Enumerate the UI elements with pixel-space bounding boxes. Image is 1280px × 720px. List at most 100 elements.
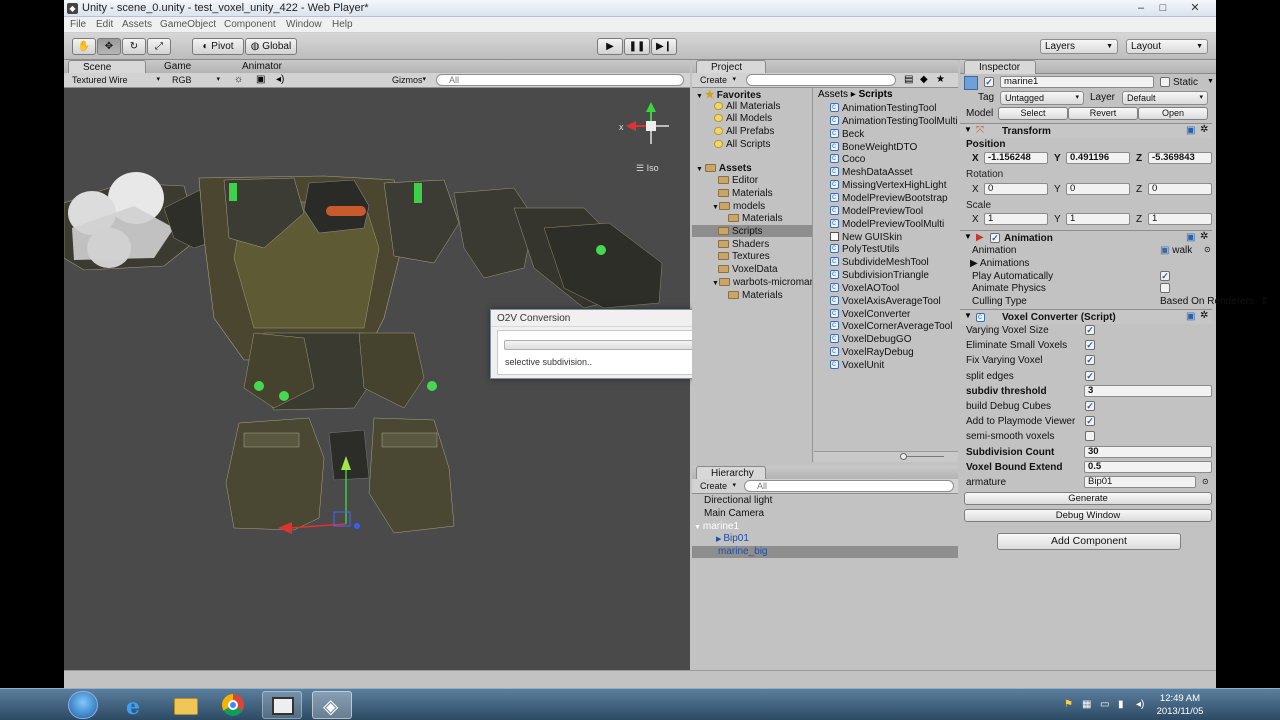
iso-label[interactable]: ☰ Iso: [636, 163, 659, 174]
file-item[interactable]: SubdivisionTriangle: [830, 269, 929, 281]
taskbar-clock[interactable]: 12:49 AM 2013/11/05: [1150, 692, 1210, 718]
assets-header[interactable]: ▼ Assets: [696, 163, 752, 174]
hand-tool-button[interactable]: ✋: [72, 38, 96, 55]
color-mode-dropdown[interactable]: RGB ▾: [168, 74, 224, 88]
voxel-bound-extend-field[interactable]: 0.5: [1084, 460, 1212, 473]
checkbox-checked[interactable]: ✓: [1085, 416, 1095, 427]
help-book-icon[interactable]: ▣: [1186, 311, 1195, 322]
menu-gameobject[interactable]: GameObject: [160, 19, 216, 30]
network-tray-icon[interactable]: ▦: [1082, 699, 1091, 710]
robot-model[interactable]: [64, 88, 690, 670]
favorite-item[interactable]: All Materials: [714, 101, 780, 112]
file-item[interactable]: SubdivideMeshTool: [830, 256, 929, 268]
hierarchy-item[interactable]: ▶ Bip01: [716, 533, 749, 544]
file-item[interactable]: Coco: [830, 153, 865, 165]
folder-item[interactable]: Materials: [722, 290, 783, 301]
file-item[interactable]: VoxelUnit: [830, 359, 884, 371]
hierarchy-item[interactable]: ▼ marine1: [694, 521, 739, 532]
menu-component[interactable]: Component: [224, 19, 276, 30]
favorite-item[interactable]: All Prefabs: [714, 126, 774, 137]
file-item[interactable]: AnimationTestingToolMulti: [830, 115, 958, 127]
checkbox-checked[interactable]: ✓: [1085, 325, 1095, 335]
checkbox-checked[interactable]: ✓: [1085, 370, 1095, 381]
file-item[interactable]: ModelPreviewToolMulti: [830, 218, 944, 230]
folder-item[interactable]: Materials: [712, 188, 773, 199]
rotate-tool-button[interactable]: ↻: [122, 38, 146, 55]
folder-item[interactable]: ▼ models: [712, 201, 765, 212]
folder-item[interactable]: VoxelData: [712, 264, 778, 275]
file-explorer-icon[interactable]: [166, 691, 206, 719]
file-item[interactable]: ModelPreviewTool: [830, 205, 923, 217]
help-book-icon[interactable]: ▣: [1186, 232, 1195, 243]
voxel-converter-header[interactable]: ▼ Voxel Converter (Script) ▣ ✲: [960, 309, 1212, 324]
volume-tray-icon[interactable]: ◂): [1136, 699, 1144, 710]
file-item[interactable]: BoneWeightDTO: [830, 141, 917, 153]
sun-icon[interactable]: ☼: [234, 74, 243, 85]
file-item[interactable]: ModelPreviewBootstrap: [830, 192, 948, 204]
layers-dropdown[interactable]: Layers ▼: [1040, 39, 1118, 54]
scale-x-field[interactable]: 1: [984, 213, 1048, 225]
rotation-y-field[interactable]: 0: [1066, 183, 1130, 195]
hierarchy-search-input[interactable]: All: [744, 480, 954, 492]
favorite-item[interactable]: All Scripts: [714, 139, 770, 150]
file-item[interactable]: PolyTestUtils: [830, 243, 899, 255]
animation-enabled-checkbox[interactable]: ✓: [990, 233, 1000, 243]
position-y-field[interactable]: 0.491196: [1066, 152, 1130, 164]
filter-type-icon[interactable]: ▤: [904, 74, 913, 85]
close-button[interactable]: ✕: [1184, 1, 1206, 15]
checkbox-checked[interactable]: ✓: [1085, 340, 1095, 351]
tab-animator[interactable]: Animator: [228, 60, 308, 74]
hierarchy-item[interactable]: Directional light: [704, 495, 772, 506]
favorites-header[interactable]: ▼ ★ Favorites: [696, 88, 761, 101]
add-component-button[interactable]: Add Component: [997, 533, 1181, 550]
favorite-star-icon[interactable]: ★: [936, 74, 945, 85]
folder-item[interactable]: ▼ warbots-microman: [712, 277, 812, 288]
breadcrumb-assets[interactable]: Assets: [818, 89, 848, 100]
hierarchy-create-dropdown[interactable]: Create ▾: [696, 480, 740, 494]
position-x-field[interactable]: -1.156248: [984, 152, 1048, 164]
file-item[interactable]: VoxelConverter: [830, 308, 910, 320]
flag-icon[interactable]: ⚑: [1064, 699, 1073, 710]
pause-button[interactable]: ❚❚: [624, 38, 650, 55]
move-tool-button[interactable]: ✥: [97, 38, 121, 55]
file-item[interactable]: VoxelRayDebug: [830, 346, 914, 358]
title-bar[interactable]: ◆ Unity - scene_0.unity - test_voxel_uni…: [64, 0, 1216, 17]
rotation-x-field[interactable]: 0: [984, 183, 1048, 195]
tab-project[interactable]: Project: [696, 60, 766, 74]
file-item[interactable]: VoxelAxisAverageTool: [830, 295, 941, 307]
checkbox-checked[interactable]: ✓: [1085, 401, 1095, 411]
render-mode-dropdown[interactable]: Textured Wire ▾: [68, 74, 164, 88]
subdiv-threshold-field[interactable]: 3: [1084, 384, 1212, 397]
file-item[interactable]: VoxelDebugGO: [830, 333, 912, 345]
minimize-button[interactable]: –: [1130, 1, 1152, 15]
maximize-button[interactable]: □: [1152, 1, 1174, 15]
signal-tray-icon[interactable]: ▮: [1118, 699, 1124, 710]
file-item[interactable]: MeshDataAsset: [830, 166, 913, 178]
chrome-icon[interactable]: [214, 691, 254, 719]
file-item[interactable]: VoxelAOTool: [830, 282, 899, 294]
menu-file[interactable]: File: [70, 19, 86, 30]
gear-icon[interactable]: ✲: [1200, 231, 1208, 242]
tab-scene[interactable]: Scene: [68, 60, 146, 74]
generate-button[interactable]: Generate: [964, 492, 1212, 505]
scale-y-field[interactable]: 1: [1066, 213, 1130, 225]
folder-item[interactable]: Editor: [712, 175, 758, 186]
gizmos-dropdown[interactable]: Gizmos ▾: [388, 74, 430, 88]
file-item[interactable]: AnimationTestingTool: [830, 103, 937, 114]
file-item[interactable]: Beck: [830, 128, 864, 140]
checkbox-unchecked[interactable]: [1160, 283, 1170, 294]
tab-inspector[interactable]: Inspector: [964, 60, 1036, 74]
menu-window[interactable]: Window: [286, 19, 322, 30]
unity-taskbar-icon[interactable]: ◈: [312, 691, 352, 719]
start-orb-icon[interactable]: [68, 691, 98, 719]
folder-item[interactable]: Shaders: [712, 239, 769, 250]
breadcrumb-scripts[interactable]: Scripts: [859, 89, 893, 100]
checkbox-unchecked[interactable]: [1085, 431, 1095, 442]
armature-field[interactable]: Bip01: [1084, 476, 1196, 488]
scale-z-field[interactable]: 1: [1148, 213, 1212, 225]
animation-header[interactable]: ▼ ▶ ✓ Animation ▣ ✲: [960, 230, 1212, 245]
checkbox-checked[interactable]: ✓: [1085, 355, 1095, 366]
hierarchy-item[interactable]: marine_big: [718, 546, 767, 557]
zoom-slider-track[interactable]: [904, 456, 944, 457]
rotation-z-field[interactable]: 0: [1148, 183, 1212, 195]
